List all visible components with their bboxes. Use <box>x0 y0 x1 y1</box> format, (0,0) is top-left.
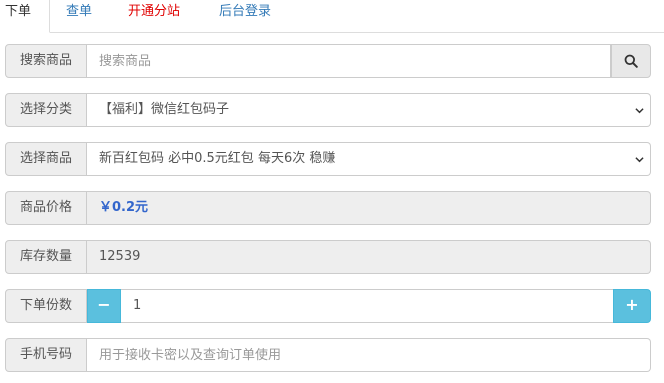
tab-admin-login[interactable]: 后台登录 <box>219 0 271 33</box>
price-row: 商品价格 ￥0.2元 <box>5 191 651 225</box>
stock-row: 库存数量 12539 <box>5 240 651 274</box>
chevron-down-icon <box>635 157 644 163</box>
phone-row: 手机号码 <box>5 338 651 372</box>
stock-field: 12539 <box>87 240 651 274</box>
price-field: ￥0.2元 <box>87 191 651 225</box>
tab-query-order[interactable]: 查单 <box>66 0 92 33</box>
category-selected-value: 【福利】微信红包码子 <box>99 102 230 117</box>
stock-value: 12539 <box>99 249 141 264</box>
category-select[interactable]: 【福利】微信红包码子 <box>87 93 651 127</box>
product-selected-value: 新百红包码 必中0.5元红包 每天6次 稳赚 <box>99 151 336 166</box>
chevron-down-icon <box>635 108 644 114</box>
phone-label: 手机号码 <box>5 338 87 372</box>
product-label: 选择商品 <box>5 142 87 176</box>
tab-open-substation[interactable]: 开通分站 <box>128 0 180 33</box>
category-row: 选择分类 【福利】微信红包码子 <box>5 93 651 127</box>
stock-label: 库存数量 <box>5 240 87 274</box>
category-label: 选择分类 <box>5 93 87 127</box>
price-value: ￥0.2元 <box>99 200 149 215</box>
tab-order[interactable]: 下单 <box>0 0 50 33</box>
product-select[interactable]: 新百红包码 必中0.5元红包 每天6次 稳赚 <box>87 142 651 176</box>
order-tabs: 下单 查单 开通分站 后台登录 <box>0 0 664 33</box>
price-label: 商品价格 <box>5 191 87 225</box>
search-input[interactable] <box>87 44 611 78</box>
quantity-minus-button[interactable]: − <box>87 289 121 323</box>
quantity-label: 下单份数 <box>5 289 87 323</box>
quantity-stepper[interactable]: 1 <box>121 289 613 323</box>
product-row: 选择商品 新百红包码 必中0.5元红包 每天6次 稳赚 <box>5 142 651 176</box>
quantity-value: 1 <box>133 298 142 313</box>
phone-input[interactable] <box>87 338 651 372</box>
search-button[interactable] <box>611 44 651 78</box>
search-icon <box>624 54 638 68</box>
search-row: 搜索商品 <box>5 44 651 78</box>
search-label: 搜索商品 <box>5 44 87 78</box>
quantity-plus-button[interactable]: + <box>613 289 651 323</box>
quantity-row: 下单份数 − 1 + <box>5 289 651 323</box>
